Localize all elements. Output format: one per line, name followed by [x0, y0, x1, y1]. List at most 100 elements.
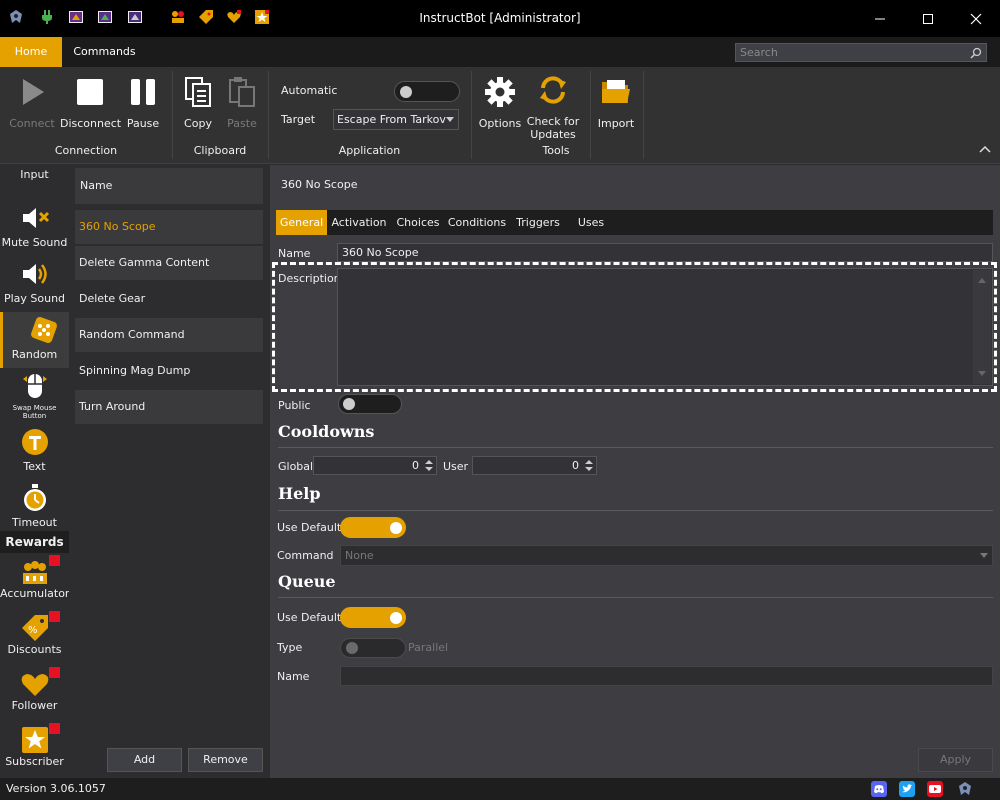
- connect-button[interactable]: Connect: [6, 76, 58, 130]
- nav-random[interactable]: Random: [0, 312, 69, 368]
- nav-play-sound[interactable]: Play Sound: [0, 256, 69, 312]
- list-item[interactable]: Turn Around: [75, 390, 263, 424]
- list-item[interactable]: Delete Gamma Content: [75, 246, 263, 280]
- detail-title: 360 No Scope: [281, 178, 358, 191]
- description-textarea[interactable]: [337, 268, 993, 386]
- group-tools-label: Tools: [542, 144, 570, 157]
- toggle-knob: [400, 86, 412, 98]
- tab-commands[interactable]: Commands: [62, 37, 147, 67]
- nav-follower-label: Follower: [11, 699, 58, 712]
- tab-uses[interactable]: Uses: [568, 210, 614, 235]
- collapse-ribbon-icon[interactable]: [979, 145, 991, 153]
- queue-use-default-toggle[interactable]: [340, 607, 406, 628]
- nav-follower[interactable]: Follower: [0, 666, 69, 722]
- app-logo-icon[interactable]: [957, 781, 973, 797]
- tab-activation[interactable]: Activation: [330, 210, 388, 235]
- group-application-label: Application: [338, 144, 401, 157]
- help-header: Help: [278, 484, 321, 503]
- version-text: Version 3.06.1057: [6, 782, 106, 795]
- command-list-panel: Name 360 No Scope Delete Gamma Content D…: [69, 165, 269, 778]
- public-toggle[interactable]: [338, 394, 402, 414]
- list-item[interactable]: Random Command: [75, 318, 263, 352]
- star-icon: [21, 727, 48, 753]
- global-cooldown-input[interactable]: 0: [313, 456, 437, 475]
- import-label: Import: [597, 117, 635, 130]
- discount-tag-icon: %: [21, 615, 48, 641]
- paste-label: Paste: [227, 117, 257, 130]
- tab-choices[interactable]: Choices: [393, 210, 443, 235]
- options-button[interactable]: Options: [478, 76, 522, 130]
- check-updates-button[interactable]: Check for Updates: [526, 74, 580, 141]
- toggle-knob: [390, 612, 402, 624]
- tab-general[interactable]: General: [276, 210, 327, 235]
- command-detail-panel: 360 No Scope General Activation Choices …: [270, 165, 1000, 778]
- command-select-value: None: [345, 549, 374, 562]
- copy-button[interactable]: Copy: [180, 76, 216, 130]
- maximize-button[interactable]: [905, 0, 951, 37]
- follower-icon-wrap: [20, 667, 60, 699]
- remove-button[interactable]: Remove: [188, 748, 263, 772]
- apply-button[interactable]: Apply: [918, 748, 993, 772]
- target-select[interactable]: Escape From Tarkov: [333, 109, 459, 130]
- youtube-icon[interactable]: [927, 781, 943, 797]
- disabled-badge: [48, 667, 60, 678]
- nav-subscriber[interactable]: Subscriber: [0, 722, 69, 778]
- nav-discounts[interactable]: % Discounts: [0, 610, 69, 666]
- nav-accumulator[interactable]: Accumulator: [0, 554, 69, 610]
- command-select[interactable]: None: [340, 545, 993, 566]
- divider: [278, 597, 993, 598]
- twitter-icon[interactable]: [899, 781, 915, 797]
- queue-type-toggle[interactable]: [340, 638, 406, 658]
- nav-text[interactable]: Text: [0, 424, 69, 480]
- automatic-toggle[interactable]: [394, 81, 460, 102]
- minimize-button[interactable]: [857, 0, 903, 37]
- play-icon: [23, 79, 44, 105]
- tab-triggers[interactable]: Triggers: [513, 210, 563, 235]
- discount-icon-wrap: %: [20, 611, 60, 643]
- title-bar: InstructBot [Administrator]: [0, 0, 1000, 37]
- close-button[interactable]: [953, 0, 999, 37]
- nav-text-label: Text: [23, 460, 46, 473]
- chevron-down-icon: [446, 117, 454, 122]
- scroll-up-icon[interactable]: [978, 278, 986, 283]
- tab-home[interactable]: Home: [0, 37, 62, 67]
- name-field[interactable]: 360 No Scope: [337, 243, 993, 262]
- search-icon[interactable]: [970, 47, 982, 59]
- scroll-down-icon[interactable]: [978, 371, 986, 376]
- nav-input-label: Input: [20, 168, 49, 181]
- disconnect-button[interactable]: Disconnect: [60, 76, 121, 130]
- pause-button[interactable]: Pause: [122, 76, 164, 130]
- queue-use-default-label: Use Default: [277, 611, 342, 624]
- text-icon: [21, 429, 48, 455]
- nav-input[interactable]: Input: [0, 157, 69, 189]
- name-label: Name: [278, 247, 311, 260]
- list-item[interactable]: 360 No Scope: [75, 210, 263, 244]
- discord-icon[interactable]: [871, 781, 887, 797]
- spinner-icon[interactable]: [425, 459, 433, 472]
- spinner-icon[interactable]: [585, 459, 593, 472]
- import-button[interactable]: Import: [596, 76, 636, 130]
- paste-button[interactable]: Paste: [224, 76, 260, 130]
- nav-timeout[interactable]: Timeout: [0, 480, 69, 536]
- nav-swap-mouse-button[interactable]: Swap Mouse Button: [0, 368, 69, 424]
- list-item[interactable]: Spinning Mag Dump: [75, 354, 263, 388]
- disabled-badge: [48, 723, 60, 734]
- list-column-header[interactable]: Name: [75, 168, 263, 204]
- check-updates-label-line2: Updates: [530, 128, 576, 141]
- nav-mute-sound[interactable]: Mute Sound: [0, 200, 69, 256]
- tab-conditions[interactable]: Conditions: [446, 210, 508, 235]
- help-use-default-toggle[interactable]: [340, 517, 406, 538]
- queue-name-field[interactable]: [340, 666, 993, 686]
- close-icon: [970, 13, 982, 24]
- search-input[interactable]: Search: [735, 43, 987, 62]
- user-cooldown-input[interactable]: 0: [472, 456, 597, 475]
- user-cooldown-value: 0: [572, 459, 579, 472]
- subscriber-icon-wrap: [20, 723, 60, 755]
- pause-label: Pause: [126, 117, 160, 130]
- description-scrollbar[interactable]: [973, 270, 991, 384]
- list-item[interactable]: Delete Gear: [75, 282, 263, 316]
- add-button[interactable]: Add: [107, 748, 182, 772]
- stop-icon: [77, 79, 103, 105]
- action-type-sidebar: Input Mute Sound Play Sound Random Swap …: [0, 165, 69, 778]
- ribbon-tabs: Home Commands Search: [0, 37, 1000, 67]
